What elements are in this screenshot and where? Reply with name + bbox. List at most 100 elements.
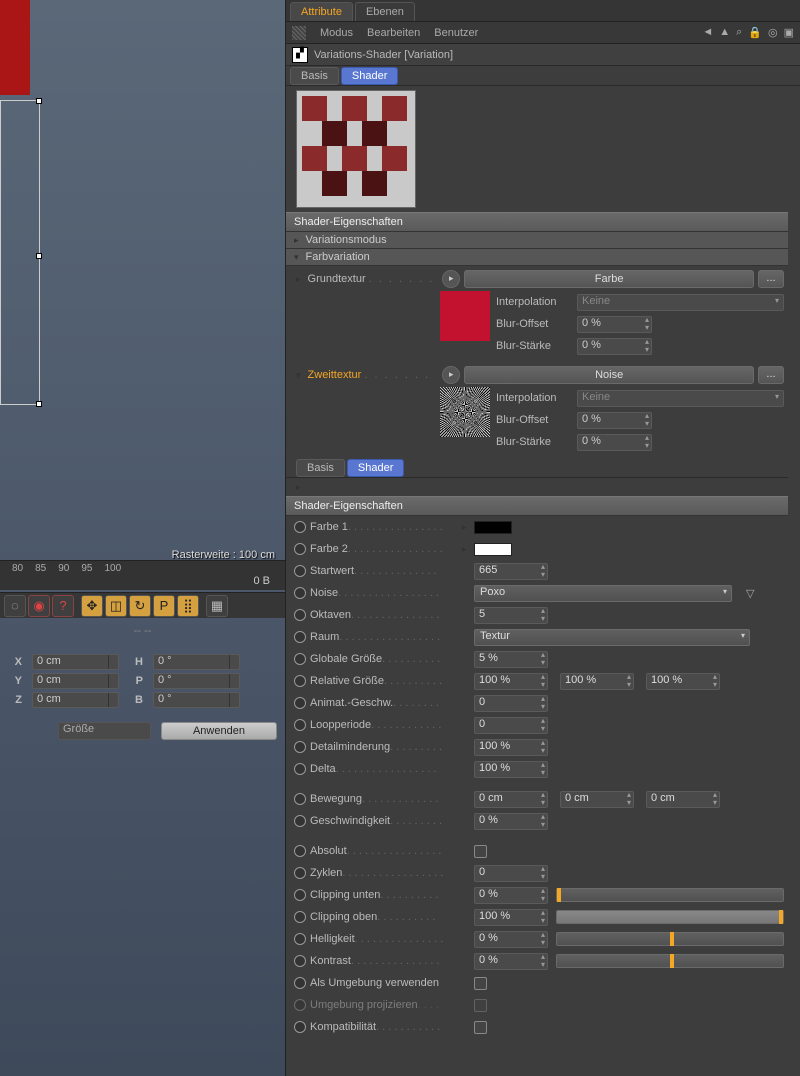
color-swatch[interactable] xyxy=(474,543,512,556)
oktaven-input[interactable]: 5▴▾ xyxy=(474,607,548,624)
clipo-slider[interactable] xyxy=(556,910,784,924)
handle[interactable] xyxy=(36,401,42,407)
b-input[interactable]: 0 ° xyxy=(153,692,240,708)
chevron-down-icon[interactable]: ▽ xyxy=(746,587,754,600)
viewport-3d[interactable]: Rasterweite : 100 cm xyxy=(0,0,285,1076)
zweittextur-swatch[interactable] xyxy=(440,387,490,437)
timeline[interactable]: 80 85 90 95 100 0 B xyxy=(0,560,285,590)
expand-icon[interactable]: ▣ xyxy=(784,26,794,39)
radio[interactable] xyxy=(294,609,306,621)
gear-icon[interactable]: ◎ xyxy=(768,26,778,39)
radio[interactable] xyxy=(294,741,306,753)
radio[interactable] xyxy=(294,977,306,989)
nav-back-icon[interactable]: ◄ xyxy=(702,26,713,39)
y-input[interactable]: 0 cm xyxy=(32,673,119,689)
radio[interactable] xyxy=(294,653,306,665)
geschw-input[interactable]: 0 %▴▾ xyxy=(474,813,548,830)
scale-tool[interactable]: ◫ xyxy=(105,595,127,617)
loop-input[interactable]: 0▴▾ xyxy=(474,717,548,734)
globale-input[interactable]: 5 %▴▾ xyxy=(474,651,548,668)
rel-z-input[interactable]: 100 %▴▾ xyxy=(646,673,720,690)
radio[interactable] xyxy=(294,631,306,643)
clipu-slider[interactable] xyxy=(556,888,784,902)
menu-benutzer[interactable]: Benutzer xyxy=(434,27,478,39)
sub-variationsmodus[interactable]: Variationsmodus xyxy=(286,232,788,249)
radio[interactable] xyxy=(294,1021,306,1033)
menu-bearbeiten[interactable]: Bearbeiten xyxy=(367,27,420,39)
alsumg-checkbox[interactable] xyxy=(474,977,487,990)
delta-input[interactable]: 100 %▴▾ xyxy=(474,761,548,778)
tool-btn[interactable]: ▦ xyxy=(206,595,228,617)
bew-y-input[interactable]: 0 cm▴▾ xyxy=(560,791,634,808)
attr-scroll[interactable]: Shader-Eigenschaften Variationsmodus Far… xyxy=(286,86,800,1076)
radio[interactable] xyxy=(294,845,306,857)
radio[interactable] xyxy=(294,543,306,555)
move-tool[interactable]: ✥ xyxy=(81,595,103,617)
raum-select[interactable]: Textur xyxy=(474,629,750,646)
radio[interactable] xyxy=(294,719,306,731)
zweittextur-more[interactable]: ... xyxy=(758,366,784,384)
tool-btn[interactable]: ? xyxy=(52,595,74,617)
hell-slider[interactable] xyxy=(556,932,784,946)
animg-input[interactable]: 0▴▾ xyxy=(474,695,548,712)
clipu-input[interactable]: 0 %▴▾ xyxy=(474,887,548,904)
rotate-tool[interactable]: ↻ xyxy=(129,595,151,617)
rel-y-input[interactable]: 100 %▴▾ xyxy=(560,673,634,690)
radio[interactable] xyxy=(294,815,306,827)
expand-icon[interactable] xyxy=(296,369,304,381)
lock-icon[interactable]: 🔒 xyxy=(748,26,762,39)
radio[interactable] xyxy=(294,933,306,945)
radio[interactable] xyxy=(294,867,306,879)
tab-basis-inner[interactable]: Basis xyxy=(296,459,345,477)
startwert-input[interactable]: 665▴▾ xyxy=(474,563,548,580)
radio[interactable] xyxy=(294,565,306,577)
mesh-object[interactable] xyxy=(0,0,30,95)
handle[interactable] xyxy=(36,253,42,259)
grundtextur-button[interactable]: Farbe xyxy=(464,270,754,288)
noise-select[interactable]: Poxo xyxy=(474,585,732,602)
radio[interactable] xyxy=(294,911,306,923)
menu-modus[interactable]: Modus xyxy=(320,27,353,39)
radio[interactable] xyxy=(294,793,306,805)
blur-strength-input[interactable]: 0 %▴▾ xyxy=(577,434,652,451)
menu-icon[interactable] xyxy=(292,26,306,40)
rel-x-input[interactable]: 100 %▴▾ xyxy=(474,673,548,690)
x-input[interactable]: 0 cm xyxy=(32,654,119,670)
zyklen-input[interactable]: 0▴▾ xyxy=(474,865,548,882)
radio[interactable] xyxy=(294,889,306,901)
tab-attribute[interactable]: Attribute xyxy=(290,2,353,21)
kompat-checkbox[interactable] xyxy=(474,1021,487,1034)
tool-btn[interactable]: ◌ xyxy=(4,595,26,617)
blur-offset-input[interactable]: 0 %▴▾ xyxy=(577,316,652,333)
h-input[interactable]: 0 ° xyxy=(153,654,240,670)
apply-button[interactable]: Anwenden xyxy=(161,722,277,740)
detail-input[interactable]: 100 %▴▾ xyxy=(474,739,548,756)
zweittextur-button[interactable]: Noise xyxy=(464,366,754,384)
handle[interactable] xyxy=(36,98,42,104)
blur-strength-input[interactable]: 0 %▴▾ xyxy=(577,338,652,355)
interpolation-select[interactable]: Keine xyxy=(577,390,784,407)
tex-nav-icon[interactable]: ▸ xyxy=(442,270,460,288)
clipo-input[interactable]: 100 %▴▾ xyxy=(474,909,548,926)
bew-z-input[interactable]: 0 cm▴▾ xyxy=(646,791,720,808)
sub-farbvariation[interactable]: Farbvariation xyxy=(286,249,788,266)
tool-btn[interactable]: ◉ xyxy=(28,595,50,617)
radio[interactable] xyxy=(294,763,306,775)
radio[interactable] xyxy=(294,675,306,687)
radio[interactable] xyxy=(294,697,306,709)
z-input[interactable]: 0 cm xyxy=(32,692,119,708)
radio[interactable] xyxy=(294,587,306,599)
absolut-checkbox[interactable] xyxy=(474,845,487,858)
radio[interactable] xyxy=(294,521,306,533)
tex-nav-icon[interactable]: ▸ xyxy=(442,366,460,384)
grundtextur-more[interactable]: ... xyxy=(758,270,784,288)
grundtextur-swatch[interactable] xyxy=(440,291,490,341)
tool-btn[interactable]: ⣿ xyxy=(177,595,199,617)
tab-shader-inner[interactable]: Shader xyxy=(347,459,404,477)
p-input[interactable]: 0 ° xyxy=(153,673,240,689)
bew-x-input[interactable]: 0 cm▴▾ xyxy=(474,791,548,808)
tool-btn[interactable]: P xyxy=(153,595,175,617)
tab-ebenen[interactable]: Ebenen xyxy=(355,2,415,21)
nav-up-icon[interactable]: ▲ xyxy=(719,26,730,39)
blur-offset-input[interactable]: 0 %▴▾ xyxy=(577,412,652,429)
